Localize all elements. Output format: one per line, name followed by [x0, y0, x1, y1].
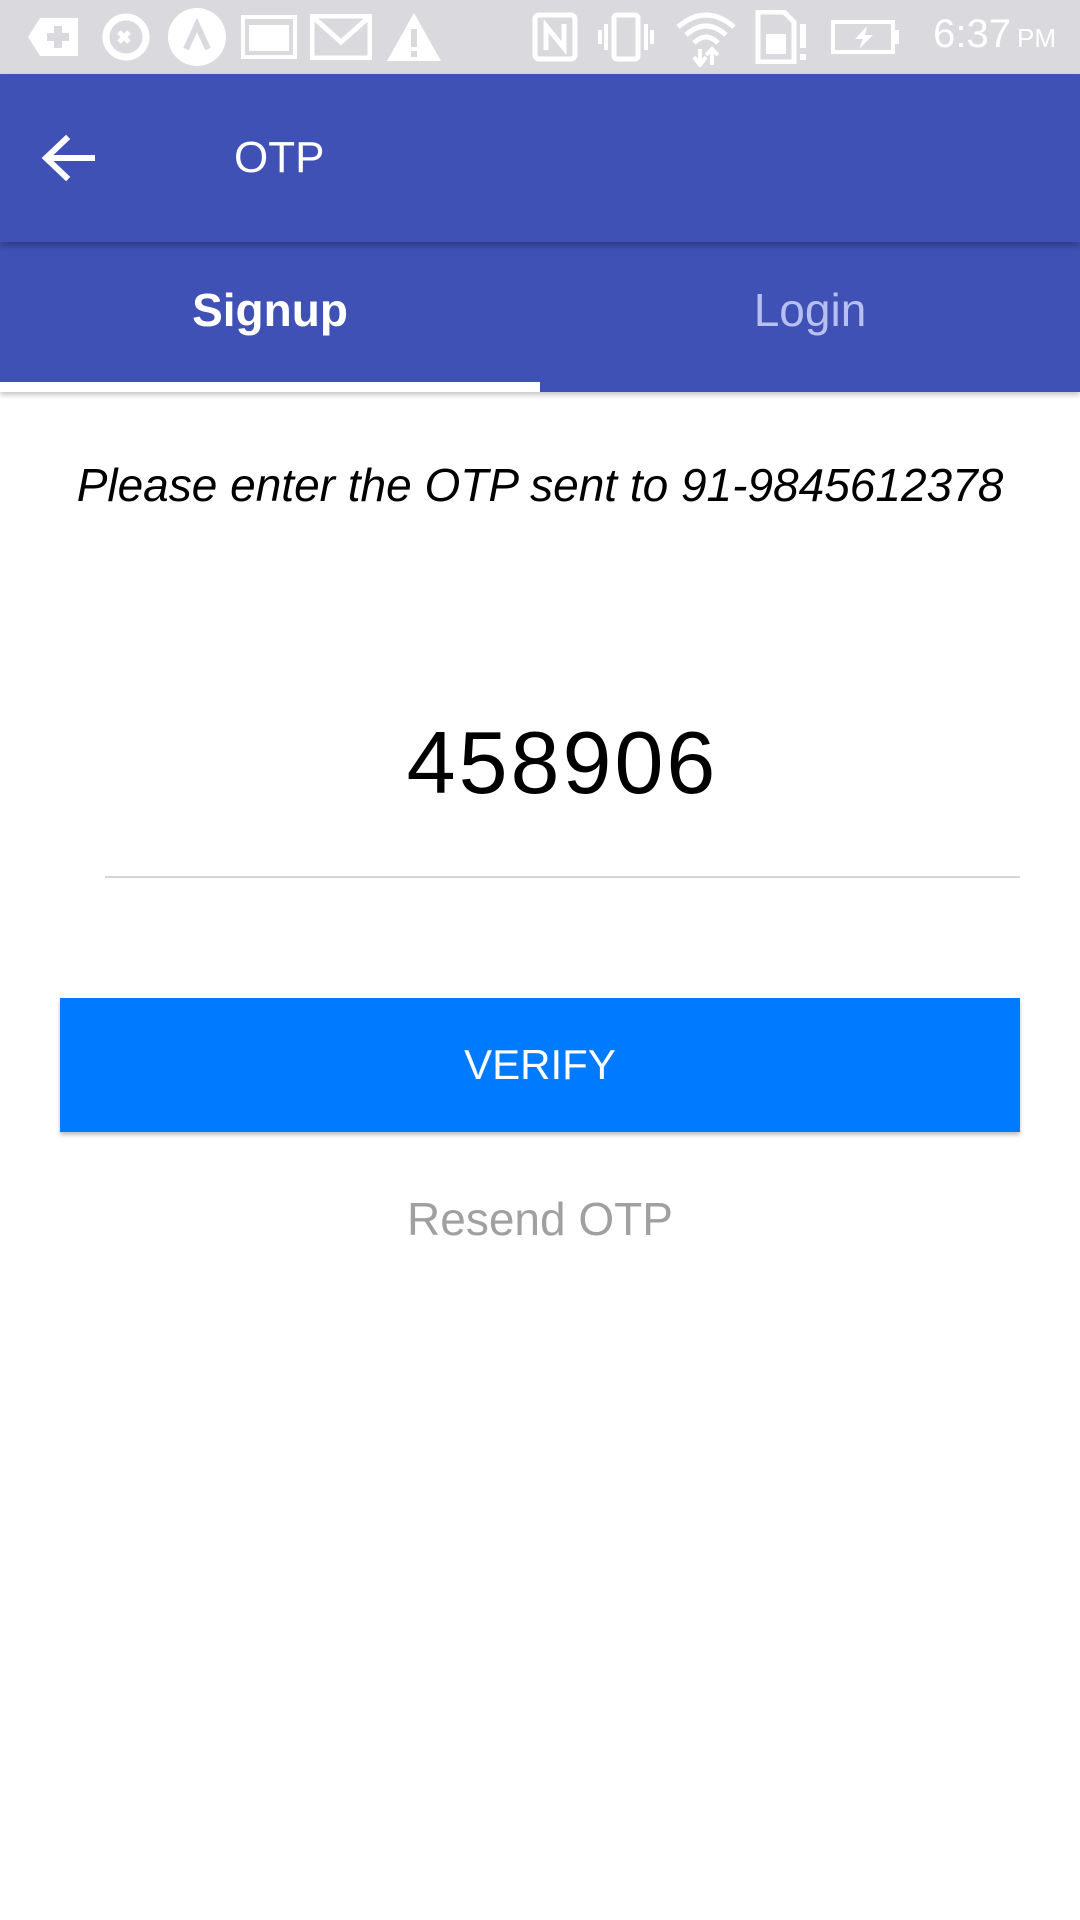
- verify-button[interactable]: VERIFY: [60, 998, 1020, 1132]
- app-bar: OTP: [0, 74, 1080, 242]
- vibrate-icon: [596, 8, 656, 66]
- warning-icon: [384, 8, 444, 66]
- image-icon: [240, 8, 298, 66]
- tab-login[interactable]: Login: [540, 242, 1080, 392]
- status-bar: 6:37 PM: [0, 0, 1080, 74]
- tab-login-label: Login: [753, 284, 867, 336]
- otp-input[interactable]: 458906: [105, 660, 1020, 878]
- arrow-left-icon: [40, 133, 96, 188]
- sim-alert-icon: [754, 8, 810, 66]
- tab-bar: Signup Login: [0, 242, 1080, 392]
- clock-ampm: PM: [1017, 23, 1056, 53]
- clock: 6:37 PM: [933, 12, 1056, 64]
- tab-signup[interactable]: Signup: [0, 242, 540, 392]
- tab-signup-label: Signup: [192, 284, 348, 336]
- caret-up-icon: [166, 8, 228, 66]
- back-button[interactable]: [28, 120, 108, 200]
- otp-input-value: 458906: [406, 713, 719, 812]
- page-title: OTP: [234, 133, 325, 182]
- nfc-icon: [530, 8, 580, 66]
- active-tab-indicator: [0, 382, 540, 392]
- clock-time: 6:37: [933, 12, 1011, 56]
- wifi-icon: [674, 8, 738, 67]
- add-box-icon: [24, 8, 84, 66]
- sync-icon: [98, 8, 154, 66]
- gmail-icon: [310, 8, 372, 66]
- otp-instruction: Please enter the OTP sent to 91-98456123…: [76, 459, 1004, 511]
- battery-charging-icon: [830, 8, 902, 66]
- resend-otp-link[interactable]: Resend OTP: [0, 1192, 1080, 1246]
